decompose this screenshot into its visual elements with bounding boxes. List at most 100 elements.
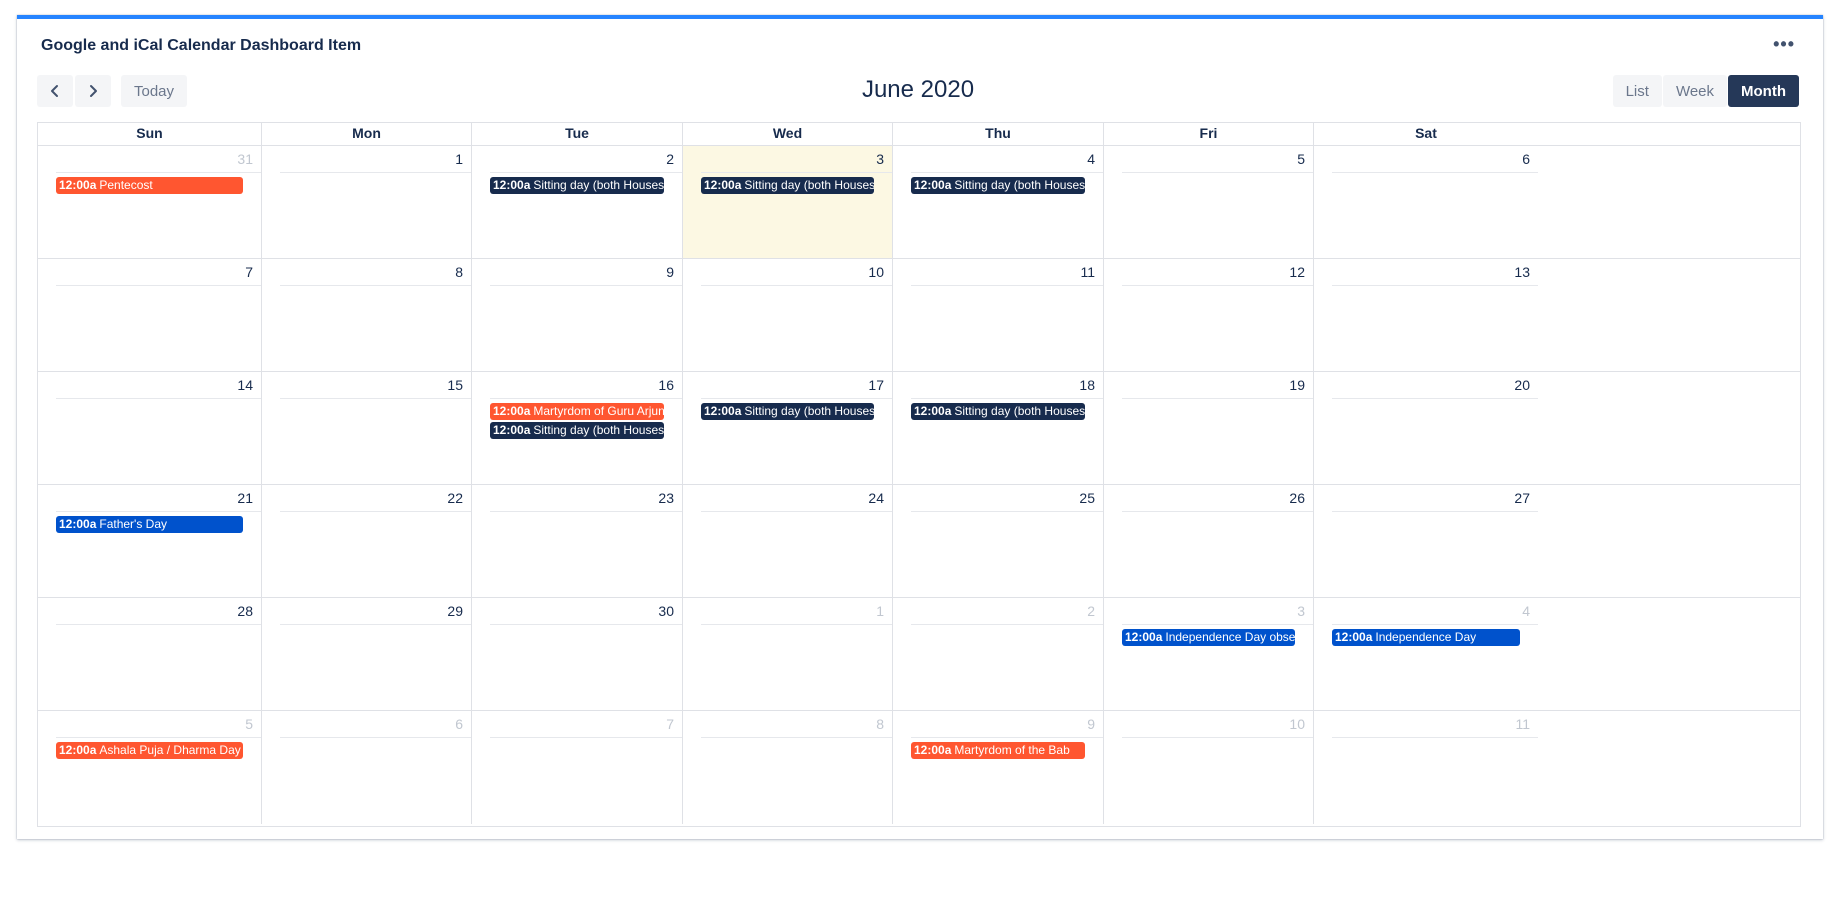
day-cell[interactable]: 19 — [1104, 372, 1314, 484]
day-cell[interactable]: 18 12:00a Sitting day (both Houses) — [893, 372, 1104, 484]
day-cell[interactable]: 30 — [472, 598, 683, 710]
day-cell[interactable]: 7 — [38, 259, 262, 371]
day-cell[interactable]: 3 12:00a Sitting day (both Houses) — [683, 146, 893, 258]
day-cell[interactable]: 3 12:00aIndependence Day observed — [1104, 598, 1314, 710]
day-number[interactable]: 1 — [701, 598, 892, 625]
day-cell[interactable]: 7 — [472, 711, 683, 824]
day-number[interactable]: 28 — [56, 598, 261, 625]
day-cell[interactable]: 8 — [683, 711, 893, 824]
day-number[interactable]: 15 — [280, 372, 471, 399]
day-cell[interactable]: 14 — [38, 372, 262, 484]
day-number[interactable]: 11 — [911, 259, 1103, 286]
calendar-event[interactable]: 12:00a Sitting day (both Houses) — [911, 177, 1085, 194]
day-cell[interactable]: 20 — [1314, 372, 1538, 484]
day-number[interactable]: 9 — [490, 259, 682, 286]
day-number[interactable]: 22 — [280, 485, 471, 512]
day-cell[interactable]: 6 — [262, 711, 472, 824]
today-button[interactable]: Today — [121, 75, 188, 107]
day-number[interactable]: 6 — [1332, 146, 1538, 173]
calendar-event[interactable]: 12:00a Independence Day — [1332, 629, 1520, 646]
day-number[interactable]: 30 — [490, 598, 682, 625]
day-cell[interactable]: 6 — [1314, 146, 1538, 258]
day-cell[interactable]: 21 12:00a Father's Day — [38, 485, 262, 597]
day-number[interactable]: 20 — [1332, 372, 1538, 399]
day-cell[interactable]: 5 12:00a Ashala Puja / Dharma Day — [38, 711, 262, 824]
day-cell[interactable]: 25 — [893, 485, 1104, 597]
day-number[interactable]: 5 — [1122, 146, 1313, 173]
day-number[interactable]: 8 — [280, 259, 471, 286]
calendar-event[interactable]: 12:00a Sitting day (both Houses) — [911, 403, 1085, 420]
calendar-event[interactable]: 12:00aIndependence Day observed — [1122, 629, 1295, 646]
calendar-event[interactable]: 12:00a Sitting day (both Houses) — [701, 177, 874, 194]
day-cell[interactable]: 11 — [893, 259, 1104, 371]
day-number[interactable]: 1 — [280, 146, 471, 173]
day-number[interactable]: 13 — [1332, 259, 1538, 286]
day-cell[interactable]: 31 12:00a Pentecost — [38, 146, 262, 258]
calendar-event[interactable]: 12:00a Sitting day (both Houses) — [701, 403, 874, 420]
day-cell[interactable]: 12 — [1104, 259, 1314, 371]
day-cell[interactable]: 5 — [1104, 146, 1314, 258]
day-cell[interactable]: 13 — [1314, 259, 1538, 371]
day-cell[interactable]: 27 — [1314, 485, 1538, 597]
day-cell[interactable]: 29 — [262, 598, 472, 710]
calendar-event[interactable]: 12:00aMartyrdom of Guru Arjun Dev Ji — [490, 403, 664, 420]
day-number[interactable]: 2 — [911, 598, 1103, 625]
day-number[interactable]: 2 — [490, 146, 682, 173]
day-number[interactable]: 9 — [911, 711, 1103, 738]
day-number[interactable]: 19 — [1122, 372, 1313, 399]
day-cell[interactable]: 22 — [262, 485, 472, 597]
view-month-button[interactable]: Month — [1728, 75, 1799, 107]
day-number[interactable]: 10 — [701, 259, 892, 286]
day-cell[interactable]: 1 — [683, 598, 893, 710]
day-number[interactable]: 5 — [56, 711, 261, 738]
calendar-event[interactable]: 12:00a Ashala Puja / Dharma Day — [56, 742, 243, 759]
day-number[interactable]: 24 — [701, 485, 892, 512]
day-cell[interactable]: 23 — [472, 485, 683, 597]
next-month-button[interactable] — [75, 75, 111, 107]
day-number[interactable]: 17 — [701, 372, 892, 399]
day-cell[interactable]: 9 12:00a Martyrdom of the Bab — [893, 711, 1104, 824]
day-number[interactable]: 6 — [280, 711, 471, 738]
day-number[interactable]: 11 — [1332, 711, 1538, 738]
calendar-event[interactable]: 12:00a Father's Day — [56, 516, 243, 533]
day-cell[interactable]: 2 — [893, 598, 1104, 710]
day-number[interactable]: 10 — [1122, 711, 1313, 738]
day-number[interactable]: 18 — [911, 372, 1103, 399]
day-cell[interactable]: 4 12:00a Sitting day (both Houses) — [893, 146, 1104, 258]
prev-month-button[interactable] — [37, 75, 73, 107]
day-number[interactable]: 12 — [1122, 259, 1313, 286]
calendar-event[interactable]: 12:00a Pentecost — [56, 177, 243, 194]
day-cell[interactable]: 10 — [1104, 711, 1314, 824]
day-cell[interactable]: 1 — [262, 146, 472, 258]
day-number[interactable]: 7 — [490, 711, 682, 738]
day-number[interactable]: 27 — [1332, 485, 1538, 512]
view-week-button[interactable]: Week — [1662, 75, 1728, 107]
day-number[interactable]: 21 — [56, 485, 261, 512]
day-number[interactable]: 3 — [701, 146, 892, 173]
day-number[interactable]: 7 — [56, 259, 261, 286]
day-number[interactable]: 4 — [1332, 598, 1538, 625]
day-cell[interactable]: 15 — [262, 372, 472, 484]
day-cell[interactable]: 4 12:00a Independence Day — [1314, 598, 1538, 710]
day-number[interactable]: 16 — [490, 372, 682, 399]
day-cell[interactable]: 9 — [472, 259, 683, 371]
day-cell[interactable]: 8 — [262, 259, 472, 371]
day-number[interactable]: 31 — [56, 146, 261, 173]
day-number[interactable]: 26 — [1122, 485, 1313, 512]
calendar-event[interactable]: 12:00a Sitting day (both Houses) — [490, 177, 664, 194]
day-number[interactable]: 14 — [56, 372, 261, 399]
day-cell[interactable]: 24 — [683, 485, 893, 597]
day-number[interactable]: 23 — [490, 485, 682, 512]
calendar-event[interactable]: 12:00a Sitting day (both Houses) — [490, 422, 664, 439]
day-number[interactable]: 4 — [911, 146, 1103, 173]
day-cell[interactable]: 28 — [38, 598, 262, 710]
day-number[interactable]: 25 — [911, 485, 1103, 512]
day-cell[interactable]: 10 — [683, 259, 893, 371]
day-cell[interactable]: 11 — [1314, 711, 1538, 824]
day-cell[interactable]: 16 12:00aMartyrdom of Guru Arjun Dev Ji 12… — [472, 372, 683, 484]
view-list-button[interactable]: List — [1612, 75, 1662, 107]
calendar-event[interactable]: 12:00a Martyrdom of the Bab — [911, 742, 1085, 759]
day-number[interactable]: 3 — [1122, 598, 1313, 625]
day-cell[interactable]: 26 — [1104, 485, 1314, 597]
day-cell[interactable]: 17 12:00a Sitting day (both Houses) — [683, 372, 893, 484]
